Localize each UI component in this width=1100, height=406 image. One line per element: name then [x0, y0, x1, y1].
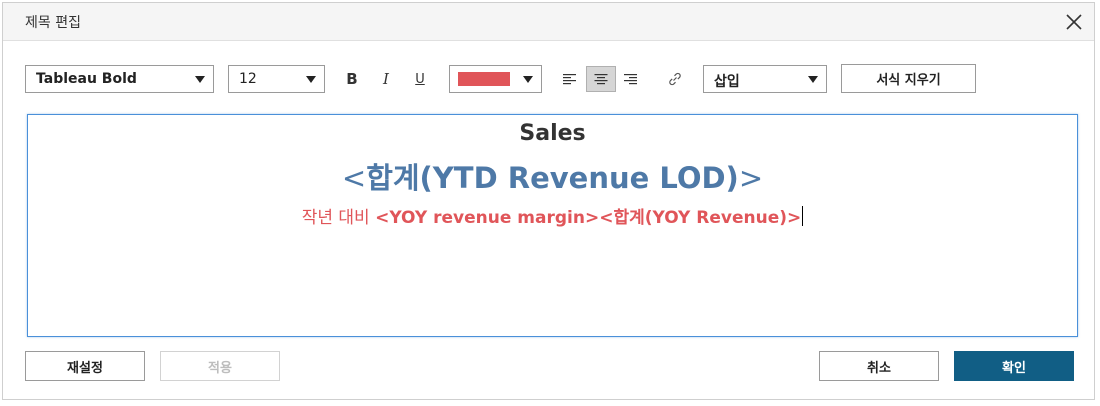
editor-line-3: 작년 대비 <YOY revenue margin><합계(YOY Revenu…: [28, 203, 1077, 228]
font-family-value: Tableau Bold: [36, 71, 137, 87]
text-cursor: [802, 206, 804, 226]
align-center-icon[interactable]: [586, 66, 616, 92]
editor-line-2: <합계(YTD Revenue LOD)>: [28, 155, 1077, 197]
underline-button[interactable]: U: [408, 67, 432, 91]
font-size-select[interactable]: 12: [228, 65, 325, 93]
bold-button[interactable]: B: [340, 67, 364, 91]
font-size-value: 12: [239, 71, 257, 87]
insert-select[interactable]: 삽입: [703, 65, 827, 93]
ytd-revenue-field: 합계(YTD Revenue LOD): [366, 161, 739, 195]
apply-button[interactable]: 적용: [160, 351, 280, 381]
insert-label: 삽입: [714, 74, 740, 90]
link-icon[interactable]: [663, 67, 687, 91]
field-open-bracket: <: [341, 161, 367, 195]
chevron-down-icon: [523, 76, 533, 83]
yoy-revenue-field: <합계(YOY Revenue)>: [599, 208, 802, 228]
ok-button[interactable]: 확인: [954, 351, 1074, 381]
editor-line-1: Sales: [28, 121, 1077, 146]
title-editor[interactable]: Sales <합계(YTD Revenue LOD)> 작년 대비 <YOY r…: [27, 114, 1078, 337]
yoy-margin-field: <YOY revenue margin>: [375, 208, 600, 228]
align-left-icon[interactable]: [558, 67, 582, 91]
chevron-down-icon: [195, 76, 205, 83]
chevron-down-icon: [808, 76, 818, 83]
dialog-title: 제목 편집: [25, 15, 81, 31]
chevron-down-icon: [306, 76, 316, 83]
clear-format-button[interactable]: 서식 지우기: [841, 64, 976, 93]
dialog-titlebar: 제목 편집: [3, 3, 1094, 41]
yoy-prefix-text: 작년 대비: [301, 208, 376, 228]
field-close-bracket: >: [738, 161, 764, 195]
text-color-select[interactable]: [449, 65, 542, 93]
italic-button[interactable]: I: [374, 67, 398, 91]
cancel-button[interactable]: 취소: [819, 351, 939, 381]
reset-button[interactable]: 재설정: [25, 351, 145, 381]
close-icon[interactable]: [1062, 10, 1086, 34]
edit-title-dialog: 제목 편집 Tableau Bold 12 B I U 삽입 서식 지우기 Sa…: [2, 2, 1095, 400]
color-swatch: [458, 72, 510, 86]
font-family-select[interactable]: Tableau Bold: [25, 65, 214, 93]
align-right-icon[interactable]: [618, 67, 642, 91]
title-text: Sales: [519, 121, 586, 146]
